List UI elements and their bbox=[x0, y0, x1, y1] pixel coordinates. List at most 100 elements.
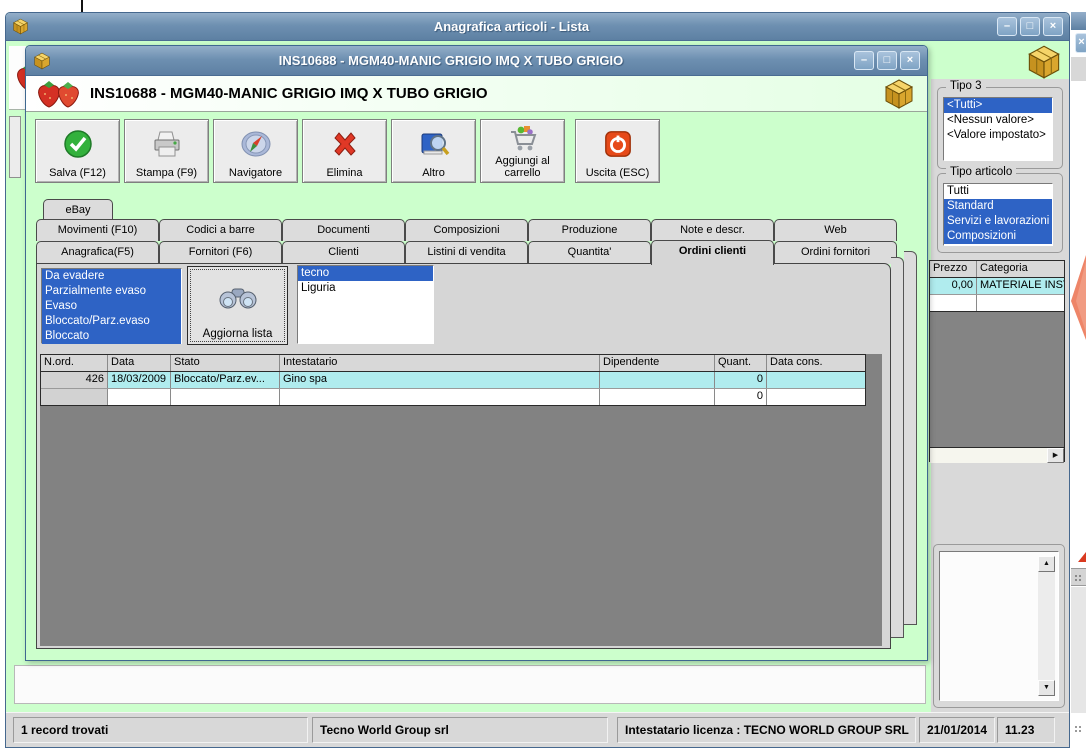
background-close-button[interactable]: × bbox=[1075, 33, 1086, 53]
tab-produzione[interactable]: Produzione bbox=[528, 219, 651, 241]
background-gray-fragment bbox=[1071, 57, 1086, 81]
tab-listini-di-vendita[interactable]: Listini di vendita bbox=[405, 241, 528, 264]
price-grid[interactable]: Prezzo Categoria 0,00 MATERIALE INST... … bbox=[929, 260, 1065, 463]
outer-maximize-button[interactable]: □ bbox=[1020, 17, 1040, 36]
notes-vscrollbar[interactable]: ▲ ▼ bbox=[1038, 556, 1055, 696]
background-window-edge bbox=[81, 0, 83, 12]
col-stato[interactable]: Stato bbox=[171, 355, 280, 371]
price-cell[interactable] bbox=[930, 295, 977, 311]
order-row-empty[interactable]: 0 bbox=[41, 389, 865, 405]
col-dipendente[interactable]: Dipendente bbox=[600, 355, 715, 371]
order-status-listbox[interactable]: Da evadere Parzialmente evaso Evaso Bloccat… bbox=[41, 268, 182, 344]
book-search-icon bbox=[417, 120, 451, 167]
cell-data-cons[interactable] bbox=[767, 389, 865, 405]
col-intestatario[interactable]: Intestatario bbox=[280, 355, 600, 371]
stacked-sheet-3 bbox=[904, 251, 917, 625]
scroll-right-button[interactable]: ▶ bbox=[1047, 448, 1064, 463]
list-item[interactable]: Bloccato/Parz.evaso bbox=[42, 314, 181, 329]
tab-ordini-fornitori[interactable]: Ordini fornitori bbox=[774, 241, 897, 264]
save-button[interactable]: Salva (F12) bbox=[35, 119, 120, 183]
outer-window-title: Anagrafica articoli - Lista bbox=[433, 19, 590, 34]
scroll-up-button[interactable]: ▲ bbox=[1038, 556, 1055, 572]
cell-nord[interactable]: 426 bbox=[41, 372, 108, 388]
outer-header-sliver bbox=[9, 46, 26, 110]
list-item[interactable]: Parzialmente evaso bbox=[42, 284, 181, 299]
outer-titlebar[interactable]: Anagrafica articoli - Lista – □ × bbox=[6, 13, 1069, 41]
tipo-articolo-label: Tipo articolo bbox=[946, 166, 1017, 178]
orders-tab-panel: Da evadere Parzialmente evaso Evaso Bloccat… bbox=[36, 263, 891, 649]
tab-note-e-descr[interactable]: Note e descr. bbox=[651, 219, 774, 241]
list-item[interactable]: Standard bbox=[944, 199, 1052, 214]
navigator-button[interactable]: Navigatore bbox=[213, 119, 298, 183]
inner-minimize-button[interactable]: – bbox=[854, 51, 874, 70]
tab-quantita[interactable]: Quantita' bbox=[528, 241, 651, 264]
price-cell[interactable]: 0,00 bbox=[930, 278, 977, 294]
list-item[interactable]: Evaso bbox=[42, 299, 181, 314]
price-col-header[interactable]: Prezzo bbox=[930, 261, 977, 277]
print-button[interactable]: Stampa (F9) bbox=[124, 119, 209, 183]
exit-button[interactable]: Uscita (ESC) bbox=[575, 119, 660, 183]
tab-composizioni[interactable]: Composizioni bbox=[405, 219, 528, 241]
col-data[interactable]: Data bbox=[108, 355, 171, 371]
list-item[interactable]: Tutti bbox=[944, 184, 1052, 199]
scroll-down-button[interactable]: ▼ bbox=[1038, 680, 1055, 696]
list-item[interactable]: <Valore impostato> bbox=[944, 128, 1052, 143]
col-nord[interactable]: N.ord. bbox=[41, 355, 108, 371]
list-item[interactable]: <Tutti> bbox=[944, 98, 1052, 113]
add-to-cart-button[interactable]: Aggiungi al carrello bbox=[480, 119, 565, 183]
cell-stato[interactable] bbox=[171, 389, 280, 405]
list-item[interactable]: Da evadere bbox=[42, 269, 181, 284]
inner-close-button[interactable]: × bbox=[900, 51, 920, 70]
list-item[interactable]: <Nessun valore> bbox=[944, 113, 1052, 128]
status-date: 21/01/2014 bbox=[919, 717, 995, 743]
tab-anagrafica[interactable]: Anagrafica(F5) bbox=[36, 241, 159, 264]
delete-button[interactable]: Elimina bbox=[302, 119, 387, 183]
category-cell[interactable] bbox=[977, 295, 1064, 311]
tab-fornitori[interactable]: Fornitori (F6) bbox=[159, 241, 282, 264]
tab-movimenti[interactable]: Movimenti (F10) bbox=[36, 219, 159, 241]
tipo3-listbox[interactable]: <Tutti> <Nessun valore> <Valore impostato> bbox=[943, 97, 1053, 161]
col-quant[interactable]: Quant. bbox=[715, 355, 767, 371]
orders-grid[interactable]: N.ord. Data Stato Intestatario Dipendent… bbox=[40, 354, 866, 406]
refresh-list-button[interactable]: Aggiorna lista bbox=[187, 266, 288, 345]
tab-ebay[interactable]: eBay bbox=[43, 199, 113, 221]
cell-quant[interactable]: 0 bbox=[715, 372, 767, 388]
cell-intestatario[interactable] bbox=[280, 389, 600, 405]
cell-data-cons[interactable] bbox=[767, 372, 865, 388]
customer-listbox[interactable]: tecno Liguria bbox=[297, 265, 434, 344]
outer-close-button[interactable]: × bbox=[1043, 17, 1063, 36]
tab-ordini-clienti[interactable]: Ordini clienti bbox=[651, 240, 774, 265]
cell-data[interactable]: 18/03/2009 bbox=[108, 372, 171, 388]
col-data-cons[interactable]: Data cons. bbox=[767, 355, 865, 371]
price-grid-hscrollbar[interactable]: ▶ bbox=[930, 447, 1064, 463]
cell-data[interactable] bbox=[108, 389, 171, 405]
category-col-header[interactable]: Categoria bbox=[977, 261, 1064, 277]
tipo-articolo-listbox[interactable]: Tutti Standard Servizi e lavorazioni Compos… bbox=[943, 183, 1053, 246]
notes-area[interactable]: ▲ ▼ bbox=[939, 551, 1059, 701]
list-item[interactable]: Composizioni bbox=[944, 229, 1052, 244]
cell-quant[interactable]: 0 bbox=[715, 389, 767, 405]
right-filter-panel: Tipo 3 <Tutti> <Nessun valore> <Valore imp… bbox=[929, 79, 1069, 714]
list-item[interactable]: Bloccato bbox=[42, 329, 181, 344]
tab-documenti[interactable]: Documenti bbox=[282, 219, 405, 241]
inner-maximize-button[interactable]: □ bbox=[877, 51, 897, 70]
tab-clienti[interactable]: Clienti bbox=[282, 241, 405, 264]
list-item[interactable]: tecno bbox=[298, 266, 433, 281]
cell-intestatario[interactable]: Gino spa bbox=[280, 372, 600, 388]
outer-minimize-button[interactable]: – bbox=[997, 17, 1017, 36]
tab-codici-a-barre[interactable]: Codici a barre bbox=[159, 219, 282, 241]
resize-grip[interactable] bbox=[1075, 726, 1084, 735]
order-row-selected[interactable]: 426 18/03/2009 Bloccato/Parz.ev... Gino … bbox=[41, 372, 865, 389]
cell-stato[interactable]: Bloccato/Parz.ev... bbox=[171, 372, 280, 388]
other-button[interactable]: Altro bbox=[391, 119, 476, 183]
tab-web[interactable]: Web bbox=[774, 219, 897, 241]
cell-dipendente[interactable] bbox=[600, 372, 715, 388]
list-item[interactable]: Servizi e lavorazioni bbox=[944, 214, 1052, 229]
cell-nord[interactable] bbox=[41, 389, 108, 405]
cell-dipendente[interactable] bbox=[600, 389, 715, 405]
list-item[interactable]: Liguria bbox=[298, 281, 433, 296]
outer-bottom-field bbox=[14, 665, 926, 704]
category-cell[interactable]: MATERIALE INST... bbox=[977, 278, 1064, 294]
cube-icon-large bbox=[1028, 45, 1060, 79]
inner-titlebar[interactable]: INS10688 - MGM40-MANIC GRIGIO IMQ X TUBO… bbox=[26, 46, 927, 76]
